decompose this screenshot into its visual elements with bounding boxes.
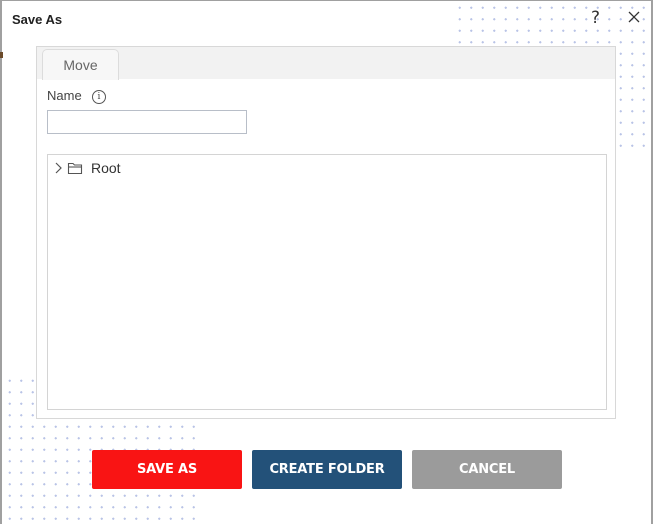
tree-item-root[interactable]: Root <box>53 158 121 178</box>
dialog-panel: Move Name i Root <box>36 46 616 419</box>
close-icon[interactable] <box>626 9 642 25</box>
tab-move[interactable]: Move <box>42 49 119 80</box>
save-as-button[interactable]: SAVE AS <box>92 450 242 489</box>
chevron-right-icon[interactable] <box>53 161 63 175</box>
create-folder-button[interactable]: CREATE FOLDER <box>252 450 402 489</box>
dialog-title: Save As <box>12 12 63 27</box>
name-input[interactable] <box>47 110 247 134</box>
name-label: Name <box>47 88 82 103</box>
tree-item-label: Root <box>91 160 121 176</box>
folder-tree: Root <box>47 154 607 410</box>
info-icon[interactable]: i <box>92 90 106 104</box>
cancel-button[interactable]: CANCEL <box>412 450 562 489</box>
background-artifact <box>0 52 3 58</box>
help-icon[interactable]: ? <box>591 8 600 28</box>
folder-icon <box>67 162 83 175</box>
tab-bar: Move <box>37 47 615 80</box>
